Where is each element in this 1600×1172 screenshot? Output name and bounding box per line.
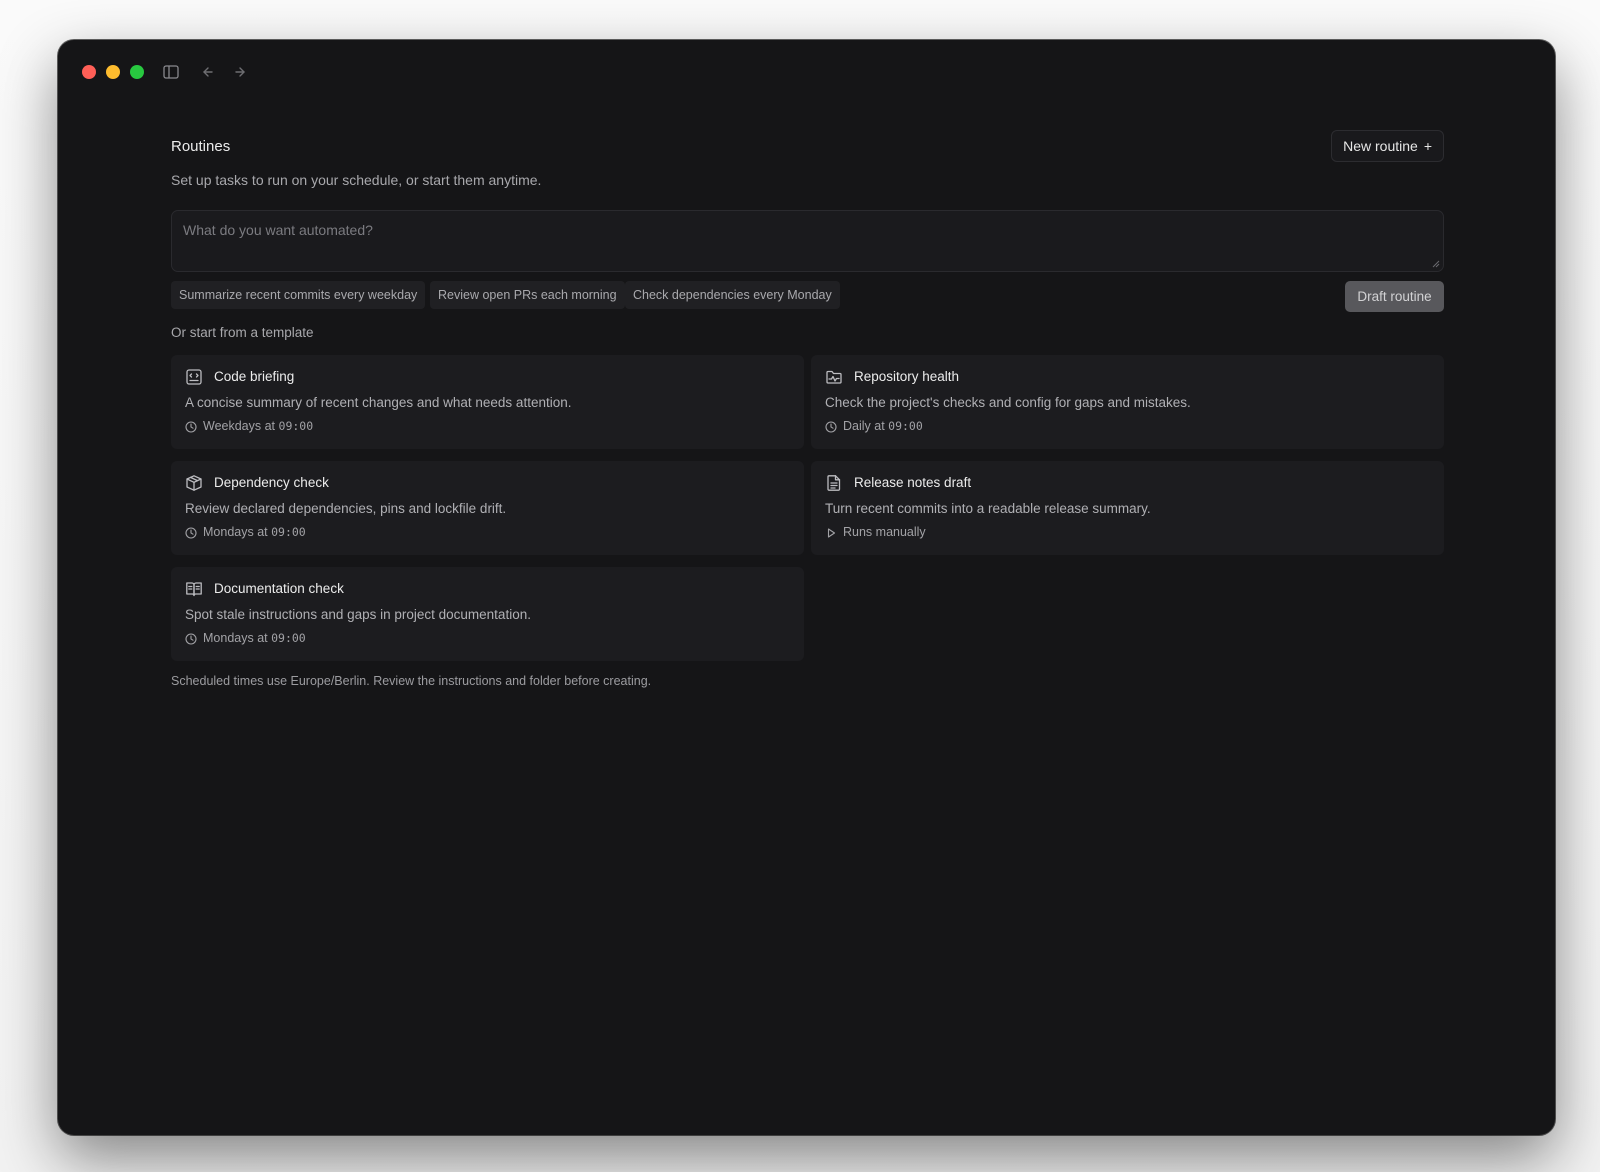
schedule-prefix: Runs manually [843,525,926,539]
suggestion-row: Summarize recent commits every weekday R… [171,281,1444,312]
document-icon [827,475,841,491]
page-title: Routines [171,138,231,155]
back-arrow-icon[interactable] [198,62,218,82]
clock-icon [185,527,197,539]
schedule-prefix: Daily at [843,419,889,433]
template-description: Spot stale instructions and gaps in proj… [185,607,531,622]
suggestion-chip[interactable]: Check dependencies every Monday [625,281,840,309]
template-description: Check the project's checks and config fo… [825,395,1191,410]
template-title: Release notes draft [854,475,972,490]
schedule-time: 09:00 [278,419,314,433]
schedule-prefix: Weekdays at [203,419,279,433]
clock-icon [825,421,837,433]
template-card-repository-health[interactable]: Repository health Check the project's ch… [811,355,1444,449]
template-card-documentation-check[interactable]: Documentation check Spot stale instructi… [171,567,804,661]
routines-page: Routines New routine + Set up tasks to r… [171,130,1444,688]
templates-section-label: Or start from a template [171,325,314,340]
template-schedule: Runs manually [843,525,926,539]
suggestion-chip[interactable]: Review open PRs each morning [430,281,625,309]
template-title: Documentation check [214,581,344,596]
schedule-time: 09:00 [888,419,923,433]
plus-icon: + [1423,138,1432,154]
play-icon [827,528,836,538]
clock-icon [185,633,197,645]
sidebar-toggle-icon[interactable] [161,62,181,82]
maximize-window-button[interactable] [130,65,144,79]
template-card-code-briefing[interactable]: Code briefing A concise summary of recen… [171,355,804,449]
minimize-window-button[interactable] [106,65,120,79]
titlebar [58,40,1555,100]
automation-prompt-input[interactable] [172,211,1443,271]
schedule-time: 09:00 [271,525,306,539]
new-routine-button[interactable]: New routine + [1331,130,1444,162]
template-card-dependency-check[interactable]: Dependency check Review declared depende… [171,461,804,555]
code-briefing-icon [186,369,202,385]
template-description: A concise summary of recent changes and … [185,395,572,410]
template-title: Code briefing [214,369,295,384]
resize-grip-icon[interactable] [1432,260,1440,268]
template-description: Review declared dependencies, pins and l… [185,501,507,516]
template-title: Dependency check [214,475,329,490]
schedule-time: 09:00 [271,631,306,645]
close-window-button[interactable] [82,65,96,79]
suggestion-chip[interactable]: Summarize recent commits every weekday [171,281,426,309]
timezone-footnote: Scheduled times use Europe/Berlin. Revie… [171,674,652,688]
template-schedule: Daily at 09:00 [843,419,923,433]
template-schedule: Mondays at 09:00 [203,525,306,539]
template-card-release-notes-draft[interactable]: Release notes draft Turn recent commits … [811,461,1444,555]
draft-routine-button[interactable]: Draft routine [1345,281,1444,312]
schedule-prefix: Mondays at [203,631,272,645]
template-grid: Code briefing A concise summary of recen… [171,355,1444,661]
clock-icon [185,421,197,433]
schedule-prefix: Mondays at [203,525,272,539]
automation-prompt-box [171,210,1444,272]
book-icon [186,582,202,597]
template-description: Turn recent commits into a readable rele… [825,501,1151,516]
forward-arrow-icon[interactable] [230,62,250,82]
template-title: Repository health [854,369,960,384]
template-schedule: Mondays at 09:00 [203,631,306,645]
page-subtitle: Set up tasks to run on your schedule, or… [171,172,542,188]
package-icon [186,475,202,491]
app-window: Routines New routine + Set up tasks to r… [58,40,1555,1135]
new-routine-label: New routine [1343,138,1418,154]
template-schedule: Weekdays at 09:00 [203,419,313,433]
repository-health-icon [826,370,842,384]
page-header: Routines New routine + [171,130,1444,166]
